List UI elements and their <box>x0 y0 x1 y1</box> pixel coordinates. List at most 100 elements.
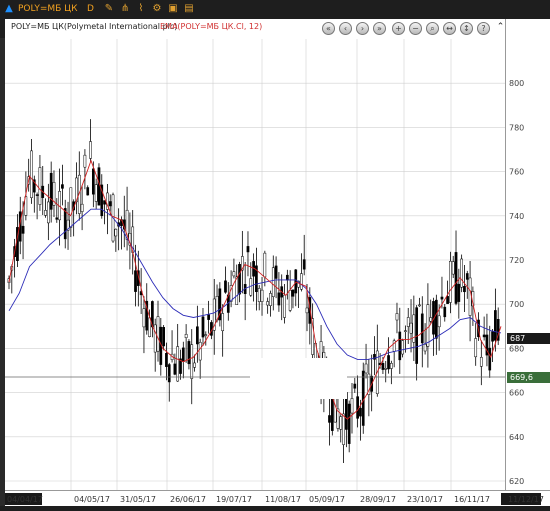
candle-body <box>167 364 171 383</box>
indicator-icon[interactable]: ⌇ <box>135 3 147 15</box>
x-tick-label: 16/11/17 <box>454 495 490 504</box>
candle-body <box>294 269 298 294</box>
candle-body <box>482 334 486 338</box>
candle-body <box>463 286 466 293</box>
candle-body <box>38 167 42 205</box>
scroll-left-icon[interactable]: ‹ <box>339 22 352 35</box>
candle-body <box>339 416 343 430</box>
candle-body <box>468 277 472 316</box>
candle-body <box>165 352 168 367</box>
y-tick-label: 640 <box>509 433 524 442</box>
candle-body <box>221 313 225 332</box>
price-axis[interactable]: 620 640 660 680 700 720 740 760 780 800 687 669,6 <box>505 19 550 490</box>
fit-horizontal-icon[interactable]: ↔ <box>443 22 456 35</box>
zoom-box-icon[interactable]: ⌕ <box>426 22 439 35</box>
price-plot-area[interactable] <box>5 19 505 490</box>
candle-body <box>134 270 137 292</box>
candle-body <box>479 357 483 367</box>
candle-body <box>35 194 39 196</box>
candle-body <box>235 276 239 305</box>
candle-body <box>474 338 478 358</box>
date-axis[interactable]: 04/04/17 04/05/17 31/05/17 26/06/17 19/07/17… <box>5 490 550 507</box>
candle-body <box>401 340 404 355</box>
candle-body <box>198 342 202 361</box>
top-toolbar: ▲ POLY=МБ ЦК D ✎ ⋔ ⌇ ⚙ ▣ ▤ <box>0 0 550 20</box>
x-tick-label: 04/05/17 <box>74 495 110 504</box>
candle-body <box>215 295 219 321</box>
scroll-first-icon[interactable]: « <box>322 22 335 35</box>
x-tick-label: 31/05/17 <box>120 495 156 504</box>
candle-body <box>176 346 180 382</box>
help-icon[interactable]: ? <box>477 22 490 35</box>
candle-body <box>440 296 444 300</box>
scroll-last-icon[interactable]: » <box>373 22 386 35</box>
y-tick-label: 700 <box>509 300 524 309</box>
candle-body <box>398 331 402 361</box>
x-tick-label: 19/07/17 <box>216 495 252 504</box>
zoom-out-icon[interactable]: − <box>409 22 422 35</box>
candle-body <box>153 324 157 353</box>
zoom-in-icon[interactable]: + <box>392 22 405 35</box>
candle-body <box>156 316 160 352</box>
candle-body <box>465 273 469 280</box>
candle-body <box>305 307 309 314</box>
x-tick-label: 04/04/17 <box>7 495 43 504</box>
candle-body <box>173 363 177 375</box>
redacted-area <box>250 358 347 399</box>
candle-body <box>457 283 461 302</box>
candle-body <box>257 288 261 302</box>
candle-body <box>390 363 393 369</box>
x-tick-label: 23/10/17 <box>407 495 443 504</box>
candle-body <box>21 225 25 234</box>
candle-body <box>342 413 345 445</box>
candle-body <box>184 333 188 339</box>
candle-body <box>201 316 205 338</box>
candle-body <box>283 294 286 318</box>
scroll-right-icon[interactable]: › <box>356 22 369 35</box>
lock-icon[interactable]: ▤ <box>183 3 195 15</box>
y-tick-label: 620 <box>509 477 524 486</box>
triangle-icon[interactable]: ▲ <box>3 3 15 15</box>
candle-body <box>44 210 47 216</box>
fit-vertical-icon[interactable]: ↕ <box>460 22 473 35</box>
candle-body <box>47 201 50 224</box>
candle-body <box>494 310 497 341</box>
candle-body <box>285 274 289 281</box>
candle-body <box>302 259 306 270</box>
x-tick-label: 11/12/17 <box>508 495 544 504</box>
candle-body <box>274 265 278 279</box>
candle-body <box>387 355 390 370</box>
candle-body <box>437 315 441 328</box>
candle-body <box>61 184 64 189</box>
candle-body <box>260 289 264 302</box>
candle-body <box>91 168 95 195</box>
candle-body <box>488 347 492 371</box>
magnet-icon[interactable]: ⋔ <box>119 3 131 15</box>
collapse-icon[interactable]: ⌃ <box>494 22 507 35</box>
candle-body <box>359 407 362 417</box>
price-axis-svg: 620 640 660 680 700 720 740 760 780 800 <box>509 79 524 486</box>
date-axis-svg: 04/04/17 04/05/17 31/05/17 26/06/17 19/07/17… <box>5 493 544 505</box>
y-tick-label: 680 <box>509 344 524 353</box>
candle-body <box>207 314 210 320</box>
candle-body <box>277 292 281 306</box>
candle-body <box>224 280 227 293</box>
candle-body <box>288 290 292 311</box>
candle-body <box>460 258 463 288</box>
settings-icon[interactable]: ⚙ <box>151 3 163 15</box>
candle-body <box>491 331 494 342</box>
timeframe-selector[interactable]: D <box>87 3 94 16</box>
candle-body <box>420 313 424 344</box>
y-tick-label: 720 <box>509 256 524 265</box>
candle-body <box>454 252 458 304</box>
candle-body <box>103 200 106 205</box>
save-icon[interactable]: ▣ <box>167 3 179 15</box>
candle-body <box>426 304 430 347</box>
pencil-icon[interactable]: ✎ <box>103 3 115 15</box>
x-tick-label: 28/09/17 <box>360 495 396 504</box>
candle-body <box>114 228 118 237</box>
candle-body <box>187 341 191 365</box>
symbol-selector[interactable]: POLY=МБ ЦК <box>18 3 78 16</box>
candle-body <box>271 267 275 297</box>
candle-body <box>350 398 354 414</box>
